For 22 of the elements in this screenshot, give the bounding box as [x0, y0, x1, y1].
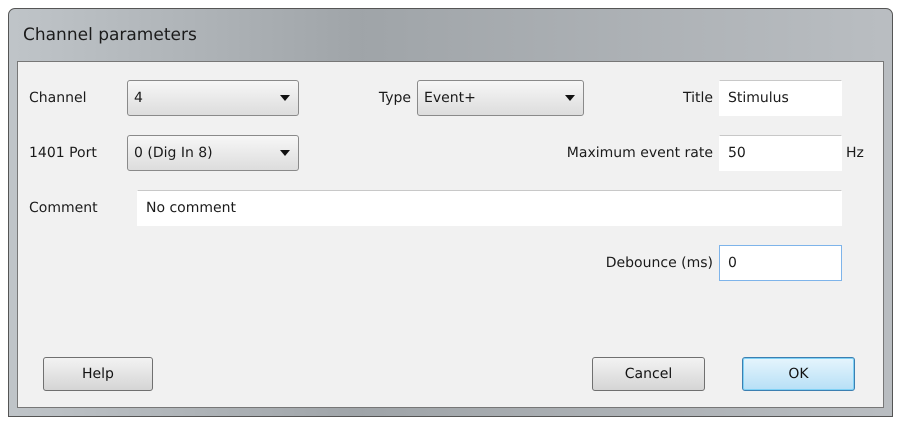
dialog-button[interactable]: OK: [742, 357, 855, 391]
field-label: Maximum event rate: [566, 144, 714, 162]
dropdown[interactable]: 0 (Dig In 8): [127, 135, 299, 171]
input-field[interactable]: No comment: [137, 190, 842, 226]
window-title: Channel parameters: [22, 24, 198, 47]
unit-label: Hz: [845, 144, 865, 162]
dropdown-arrow-icon: [280, 150, 290, 156]
field-label: Comment: [29, 198, 99, 218]
field-label: Type: [378, 88, 412, 108]
dropdown-arrow-icon: [280, 95, 290, 101]
input-field[interactable]: 0: [719, 245, 842, 281]
field-label: Debounce (ms): [604, 254, 714, 272]
field-label: Title: [682, 88, 714, 108]
dialog-button[interactable]: Help: [43, 357, 153, 391]
input-field[interactable]: Stimulus: [719, 80, 842, 116]
dialog-button[interactable]: Cancel: [592, 357, 705, 391]
field-label: 1401 Port: [29, 144, 98, 162]
input-field[interactable]: 50: [719, 135, 842, 171]
dropdown[interactable]: 4: [127, 80, 299, 116]
field-label: Channel: [29, 88, 88, 108]
dropdown[interactable]: Event+: [417, 80, 584, 116]
dropdown-arrow-icon: [565, 95, 575, 101]
